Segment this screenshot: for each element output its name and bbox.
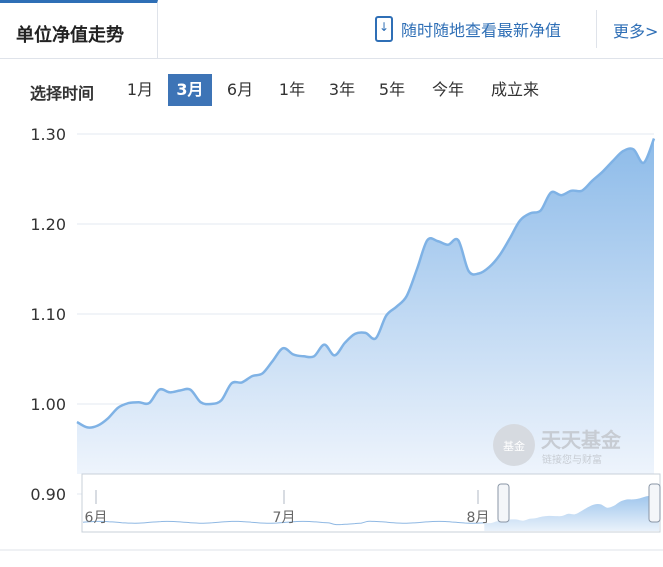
range-option-6m[interactable]: 6月 (218, 74, 262, 106)
range-option-since-inception[interactable]: 成立来 (482, 74, 548, 106)
nav-chart: 0.90 1.00 1.10 1.20 1.30 基金 天天基金 链接您与财富 6月 7月… (0, 125, 663, 551)
navigator-month-label: 8月 (467, 510, 490, 526)
y-tick-label: 0.90 (30, 485, 66, 504)
mobile-nav-link[interactable]: 随时随地查看最新净值 (375, 14, 561, 44)
y-tick-label: 1.00 (30, 395, 66, 414)
range-navigator[interactable]: 6月 7月 8月 (81, 473, 661, 533)
nav-area-fill (77, 138, 654, 474)
navigator-month-label: 7月 (273, 510, 296, 526)
more-link[interactable]: 更多> (613, 18, 658, 42)
navigator-right-handle[interactable] (648, 483, 661, 523)
y-tick-label: 1.20 (30, 215, 66, 234)
navigator-left-handle[interactable] (497, 483, 510, 523)
range-option-5y[interactable]: 5年 (370, 74, 414, 106)
watermark-badge-text: 基金 (503, 439, 525, 453)
range-option-1y[interactable]: 1年 (270, 74, 314, 106)
navigator-month-label: 6月 (85, 510, 108, 526)
range-label: 选择时间 (30, 84, 95, 103)
tab-nav-trend[interactable]: 单位净值走势 (0, 0, 158, 58)
watermark-subtitle: 链接您与财富 (542, 453, 602, 466)
range-selector: 选择时间 1月 3月 6月 1年 3年 5年 今年 成立来 (0, 72, 663, 108)
range-option-3m[interactable]: 3月 (168, 74, 212, 106)
range-option-3y[interactable]: 3年 (320, 74, 364, 106)
header-bar: 单位净值走势 随时随地查看最新净值 更多> (0, 0, 663, 59)
watermark-title: 天天基金 (541, 428, 622, 452)
range-option-ytd[interactable]: 今年 (424, 74, 472, 106)
y-tick-label: 1.10 (30, 305, 66, 324)
range-option-1m[interactable]: 1月 (118, 74, 162, 106)
header-divider (596, 10, 597, 48)
y-axis: 0.90 1.00 1.10 1.20 1.30 (30, 125, 66, 504)
y-tick-label: 1.30 (30, 125, 66, 144)
phone-icon (375, 16, 393, 42)
tab-title: 单位净值走势 (16, 25, 124, 46)
mobile-link-label: 随时随地查看最新净值 (401, 21, 562, 40)
